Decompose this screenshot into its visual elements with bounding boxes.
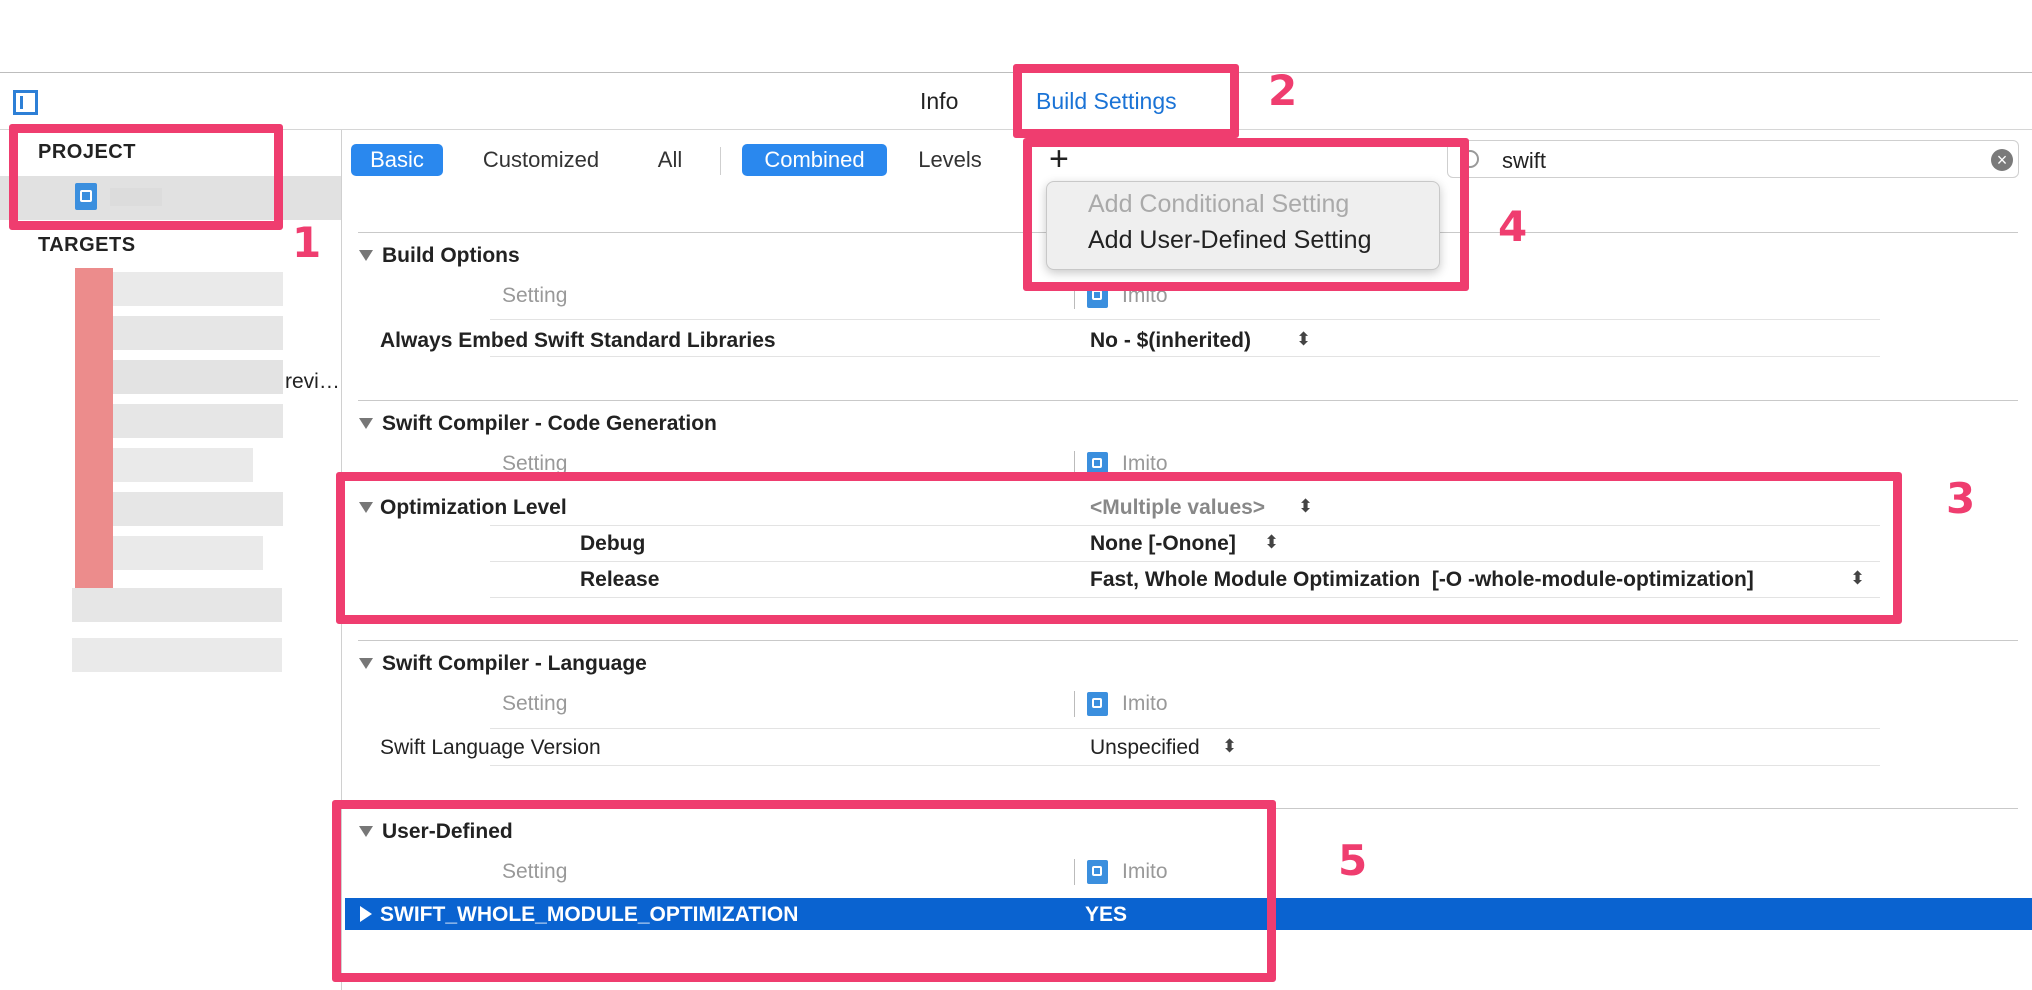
highlight-box-3 [336,472,1902,624]
sidebar-toggle-icon[interactable] [13,90,38,115]
truncated-target-label: revi… [285,370,340,393]
target-item[interactable] [113,536,263,570]
annotation-number-2: 2 [1268,66,1298,115]
target-item[interactable] [113,448,253,482]
disclosure-triangle-icon[interactable] [359,250,373,261]
clear-search-icon[interactable]: × [1991,149,2013,171]
section-divider [358,400,2018,401]
annotation-number-5: 5 [1338,836,1368,885]
column-header-setting: Setting [502,284,568,307]
group-title-code-generation: Swift Compiler - Code Generation [382,412,717,435]
filter-combined-button[interactable]: Combined [742,144,887,176]
setting-value[interactable]: No - $(inherited) [1090,329,1251,353]
tab-info[interactable]: Info [920,88,958,115]
section-divider [358,640,2018,641]
targets-header: TARGETS [38,234,136,256]
disclosure-triangle-icon[interactable] [359,658,373,669]
row-divider [490,728,1880,729]
target-item[interactable] [113,492,283,526]
disclosure-triangle-icon[interactable] [359,418,373,429]
search-input[interactable]: swift [1502,148,1546,174]
row-divider [490,765,1880,766]
setting-name: Always Embed Swift Standard Libraries [380,329,776,352]
group-title-language: Swift Compiler - Language [382,652,647,675]
filter-divider [720,147,721,175]
column-header-setting: Setting [502,692,568,715]
redacted-target-icons [75,268,113,588]
filter-basic-button[interactable]: Basic [351,144,443,176]
stepper-icon[interactable]: ⬍ [1222,736,1237,757]
highlight-box-4 [1023,138,1469,291]
column-divider [1074,691,1075,717]
highlight-box-1 [9,124,283,230]
annotation-number-1: 1 [292,218,322,267]
group-title-build-options: Build Options [382,244,520,267]
filter-levels-button[interactable]: Levels [905,144,995,176]
setting-value[interactable]: Unspecified [1090,736,1200,760]
filter-all-button[interactable]: All [640,144,700,176]
annotation-number-4: 4 [1498,202,1528,251]
highlight-box-2 [1013,64,1239,138]
row-divider [490,319,1880,320]
target-icon [1087,692,1108,716]
target-item[interactable] [113,404,283,438]
filter-customized-button[interactable]: Customized [468,144,614,176]
target-item[interactable] [113,316,283,350]
setting-name: Swift Language Version [380,736,601,759]
target-item[interactable] [113,360,283,394]
row-divider [490,356,1880,357]
annotation-number-3: 3 [1946,474,1976,523]
column-header-target: Imito [1122,692,1168,715]
stepper-icon[interactable]: ⬍ [1296,329,1311,350]
highlight-box-5 [332,800,1276,982]
target-item[interactable] [72,588,282,622]
target-item[interactable] [72,638,282,672]
target-item[interactable] [113,272,283,306]
